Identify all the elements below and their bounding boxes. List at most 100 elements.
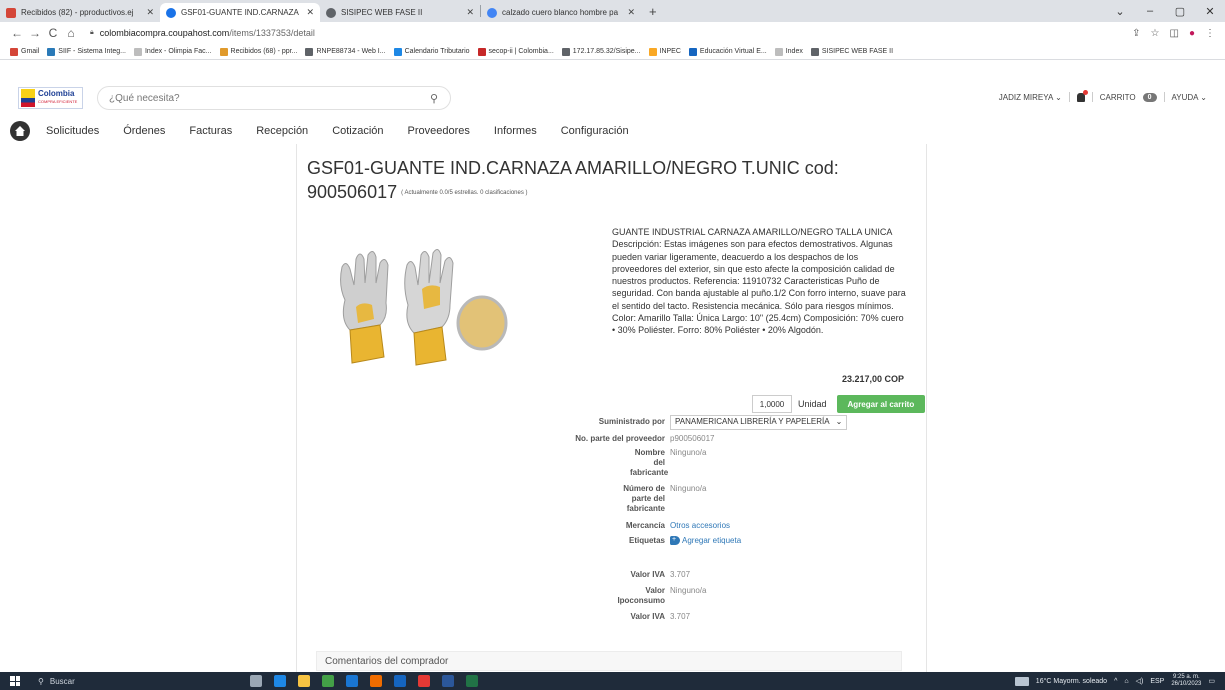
bookmark-item[interactable]: secop-ii | Colombia...	[477, 47, 554, 56]
quantity-input[interactable]	[752, 395, 792, 413]
taskbar-app-icon[interactable]	[370, 675, 382, 687]
search-box: ⚲	[97, 86, 451, 110]
close-window-icon[interactable]: ✕	[1195, 5, 1225, 18]
bookmark-item[interactable]: Index - Olimpia Fac...	[133, 47, 212, 56]
notification-bell-icon[interactable]	[1076, 89, 1088, 102]
taskbar-app-icon[interactable]	[394, 675, 406, 687]
tab-close-icon[interactable]: ✕	[146, 7, 154, 18]
network-icon[interactable]: ⌂	[1124, 678, 1128, 685]
new-tab-button[interactable]: +	[641, 4, 665, 19]
clock[interactable]: 9:25 a. m. 26/10/2023	[1171, 674, 1201, 688]
unit-label: Unidad	[798, 399, 827, 409]
nav-proveedores[interactable]: Proveedores	[408, 125, 470, 137]
taskbar-app-icon[interactable]	[250, 675, 262, 687]
detail-row-tags: Etiquetas Agregar etiqueta	[560, 535, 920, 546]
bookmark-star-icon[interactable]: ☆	[1151, 28, 1160, 39]
browser-tab-google[interactable]: calzado cuero blanco hombre pa ✕	[481, 3, 641, 22]
start-button[interactable]	[0, 676, 30, 686]
back-arrow-icon[interactable]: ←	[8, 26, 26, 40]
bookmark-item[interactable]: Gmail	[10, 47, 39, 56]
forward-arrow-icon[interactable]: →	[26, 26, 44, 40]
help-menu[interactable]: AYUDA ⌄	[1172, 93, 1207, 102]
home-icon[interactable]: ⌂	[62, 26, 80, 40]
user-menu[interactable]: JADIZ MIREYA ⌄	[999, 93, 1062, 102]
nav-ordenes[interactable]: Órdenes	[123, 125, 165, 137]
taskbar-app-icon[interactable]	[466, 675, 478, 687]
user-area: JADIZ MIREYA ⌄ CARRITO 0 AYUDA ⌄	[999, 89, 1207, 102]
tab-title: GSF01-GUANTE IND.CARNAZA	[181, 8, 299, 17]
tab-search-icon[interactable]: ⌄	[1105, 5, 1135, 18]
cart-label[interactable]: CARRITO	[1100, 93, 1136, 102]
bookmark-item[interactable]: Calendario Tributario	[393, 47, 470, 56]
rating-text[interactable]: ( Actualmente 0.0/5 estrellas. 0 clasifi…	[401, 190, 527, 196]
taskbar-app-icon[interactable]	[418, 675, 430, 687]
add-tag-link[interactable]: Agregar etiqueta	[682, 536, 741, 545]
colombia-compra-logo[interactable]: Colombia COMPRA EFICIENTE	[18, 87, 83, 109]
supplier-select[interactable]: PANAMERICANA LIBRERÍA Y PAPELERÍA ⌄	[670, 414, 848, 430]
bookmark-item[interactable]: Index	[774, 47, 803, 56]
detail-row-manufacturer-part: Número de parte del fabricante Ninguno/a	[560, 484, 920, 514]
commodity-link[interactable]: Otros accesorios	[670, 521, 920, 531]
detail-row-supplier: Suministrado por PANAMERICANA LIBRERÍA Y…	[560, 413, 920, 431]
bookmark-item[interactable]: Educación Virtual E...	[688, 47, 767, 56]
bookmark-favicon-icon	[219, 47, 228, 56]
browser-menu-icon[interactable]: ⋮	[1205, 28, 1215, 39]
sidebar-icon[interactable]: ◫	[1170, 28, 1179, 39]
bookmark-label: Index - Olimpia Fac...	[144, 48, 212, 55]
nav-recepcion[interactable]: Recepción	[256, 125, 308, 137]
glove-cuff-detail	[456, 295, 508, 351]
search-icon[interactable]: ⚲	[430, 92, 438, 105]
taskbar-app-icon[interactable]	[298, 675, 310, 687]
taskbar-search[interactable]: ⚲ Buscar	[30, 672, 200, 690]
language-indicator[interactable]: ESP	[1150, 678, 1164, 685]
search-input[interactable]	[109, 92, 430, 104]
taskbar-app-icon[interactable]	[274, 675, 286, 687]
taskbar-app-icon[interactable]	[322, 675, 334, 687]
maximize-icon[interactable]: ▢	[1165, 5, 1195, 18]
notifications-icon[interactable]: ▭	[1208, 677, 1215, 685]
detail-label: Suministrado por	[598, 417, 665, 426]
bookmark-item[interactable]: RNPE88734 - Web I...	[305, 47, 386, 56]
tray-chevron-icon[interactable]: ^	[1114, 678, 1117, 685]
share-icon[interactable]: ⇪	[1132, 28, 1140, 39]
bookmark-favicon-icon	[47, 47, 56, 56]
buyer-comments-header[interactable]: Comentarios del comprador	[316, 651, 902, 671]
profile-icon[interactable]: ●	[1189, 28, 1195, 39]
taskbar-app-icon[interactable]	[346, 675, 358, 687]
add-to-cart-button[interactable]: Agregar al carrito	[836, 395, 926, 413]
bookmark-item[interactable]: SISIPEC WEB FASE II	[810, 47, 893, 56]
divider	[1091, 92, 1093, 102]
tab-close-icon[interactable]: ✕	[627, 7, 635, 18]
bookmark-item[interactable]: INPEC	[648, 47, 681, 56]
add-tag-icon[interactable]	[670, 535, 680, 546]
url-field[interactable]: 🔒︎ colombiacompra.coupahost.com/items/13…	[90, 28, 1132, 38]
bookmark-item[interactable]: SIIF - Sistema Integ...	[47, 47, 126, 56]
detail-value: Ninguno/a	[670, 484, 707, 493]
weather-text[interactable]: 16°C Mayorm. soleado	[1036, 678, 1107, 685]
reload-icon[interactable]: C	[44, 26, 62, 40]
browser-tab-product[interactable]: GSF01-GUANTE IND.CARNAZA ✕	[160, 3, 320, 22]
bookmark-item[interactable]: 172.17.85.32/Sisipe...	[561, 47, 641, 56]
glove-left	[340, 251, 389, 364]
tab-close-icon[interactable]: ✕	[466, 7, 474, 18]
nav-cotizacion[interactable]: Cotización	[332, 125, 383, 137]
minimize-icon[interactable]: –	[1135, 5, 1165, 17]
address-bar: ← → C ⌂ 🔒︎ colombiacompra.coupahost.com /…	[0, 22, 1225, 44]
nav-facturas[interactable]: Facturas	[189, 125, 232, 137]
nav-solicitudes[interactable]: Solicitudes	[46, 125, 99, 137]
product-image[interactable]	[310, 245, 510, 370]
nav-informes[interactable]: Informes	[494, 125, 537, 137]
nav-configuracion[interactable]: Configuración	[561, 125, 629, 137]
tab-close-icon[interactable]: ✕	[306, 7, 314, 18]
bookmark-item[interactable]: Recibidos (68) - ppr...	[219, 47, 297, 56]
browser-tab-gmail[interactable]: Recibidos (82) - pproductivos.ej ✕	[0, 3, 160, 22]
bookmark-label: Index	[785, 48, 803, 55]
column-divider	[926, 144, 927, 690]
home-button[interactable]	[10, 121, 30, 141]
volume-icon[interactable]: ◁)	[1136, 677, 1144, 685]
product-title-text: GSF01-GUANTE IND.CARNAZA AMARILLO/NEGRO …	[307, 158, 839, 202]
browser-tab-sisipec[interactable]: SISIPEC WEB FASE II ✕	[320, 3, 480, 22]
taskbar-app-icon[interactable]	[442, 675, 454, 687]
bookmark-favicon-icon	[810, 47, 819, 56]
cart-count-badge[interactable]: 0	[1142, 92, 1157, 102]
